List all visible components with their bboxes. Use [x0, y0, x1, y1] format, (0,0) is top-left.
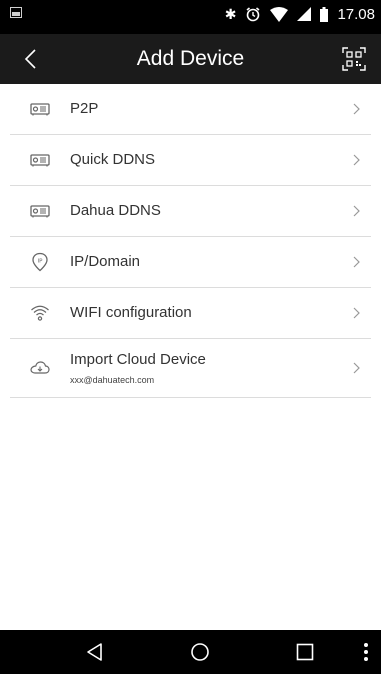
item-label: Quick DDNS [70, 151, 156, 168]
chevron-right-icon [353, 205, 360, 217]
page-title: Add Device [136, 47, 245, 70]
circle-home-icon [191, 643, 209, 661]
item-label: WIFI configuration [70, 304, 192, 321]
cloud-download-icon [30, 361, 50, 374]
cell-signal-icon [297, 7, 312, 21]
list-item-p2p[interactable]: P2P [0, 84, 381, 134]
list-item-quick-ddns[interactable]: Quick DDNS [0, 135, 381, 185]
ip-pin-icon: IP [32, 252, 48, 272]
alarm-icon [245, 6, 261, 22]
item-label: IP/Domain [70, 253, 141, 270]
account-email: xxx@dahuatech.com [70, 375, 155, 385]
app-header: Add Device [0, 34, 381, 84]
svg-text:IP: IP [38, 259, 44, 265]
add-device-options: P2P Quick DDNS Dahua DDNS IP IP/Domain W… [0, 84, 381, 398]
item-label: Import Cloud Device [70, 351, 206, 368]
device-icon [30, 154, 50, 167]
device-icon [30, 103, 50, 116]
bluetooth-icon: ✱ [224, 6, 237, 22]
chevron-right-icon [353, 154, 360, 166]
battery-icon [320, 6, 329, 22]
gallery-notification-icon [10, 7, 22, 18]
clock-time: 17.08 [337, 5, 375, 23]
status-bar: ✱ 17.08 [0, 0, 381, 34]
list-item-dahua-ddns[interactable]: Dahua DDNS [0, 186, 381, 236]
item-label: P2P [70, 100, 99, 117]
divider [10, 397, 371, 398]
chevron-right-icon [353, 103, 360, 115]
device-icon [30, 205, 50, 218]
list-item-import-cloud-device[interactable]: Import Cloud Device xxx@dahuatech.com [0, 339, 381, 397]
triangle-back-icon [87, 643, 102, 661]
chevron-right-icon [353, 362, 360, 374]
chevron-right-icon [353, 307, 360, 319]
chevron-right-icon [353, 256, 360, 268]
nav-menu-button[interactable] [358, 640, 374, 664]
nav-recents-button[interactable] [293, 640, 317, 664]
item-label: Dahua DDNS [70, 202, 161, 219]
system-nav-bar [0, 630, 381, 674]
wifi-icon [31, 305, 49, 321]
wifi-signal-icon [270, 6, 289, 22]
more-vert-icon [364, 643, 368, 661]
nav-back-button[interactable] [83, 640, 107, 664]
square-recents-icon [296, 643, 314, 661]
qr-scan-button[interactable] [341, 46, 367, 72]
qr-code-icon [342, 47, 366, 71]
list-item-wifi-configuration[interactable]: WIFI configuration [0, 288, 381, 338]
nav-home-button[interactable] [188, 640, 212, 664]
list-item-ip-domain[interactable]: IP IP/Domain [0, 237, 381, 287]
